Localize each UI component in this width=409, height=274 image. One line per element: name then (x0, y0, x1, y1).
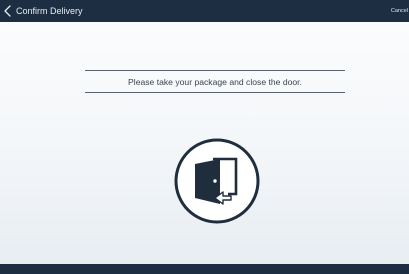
top-bar: Confirm Delivery Cancel (0, 0, 409, 22)
page-title: Confirm Delivery (16, 6, 83, 16)
chevron-left-icon (4, 5, 11, 17)
bottom-bar (0, 264, 409, 274)
instruction-banner: Please take your package and close the d… (85, 70, 345, 93)
instruction-text: Please take your package and close the d… (128, 76, 302, 87)
door-close-icon (173, 137, 261, 225)
cancel-button[interactable]: Cancel (391, 0, 409, 22)
back-button[interactable] (0, 0, 15, 22)
main-content: Please take your package and close the d… (0, 22, 409, 264)
